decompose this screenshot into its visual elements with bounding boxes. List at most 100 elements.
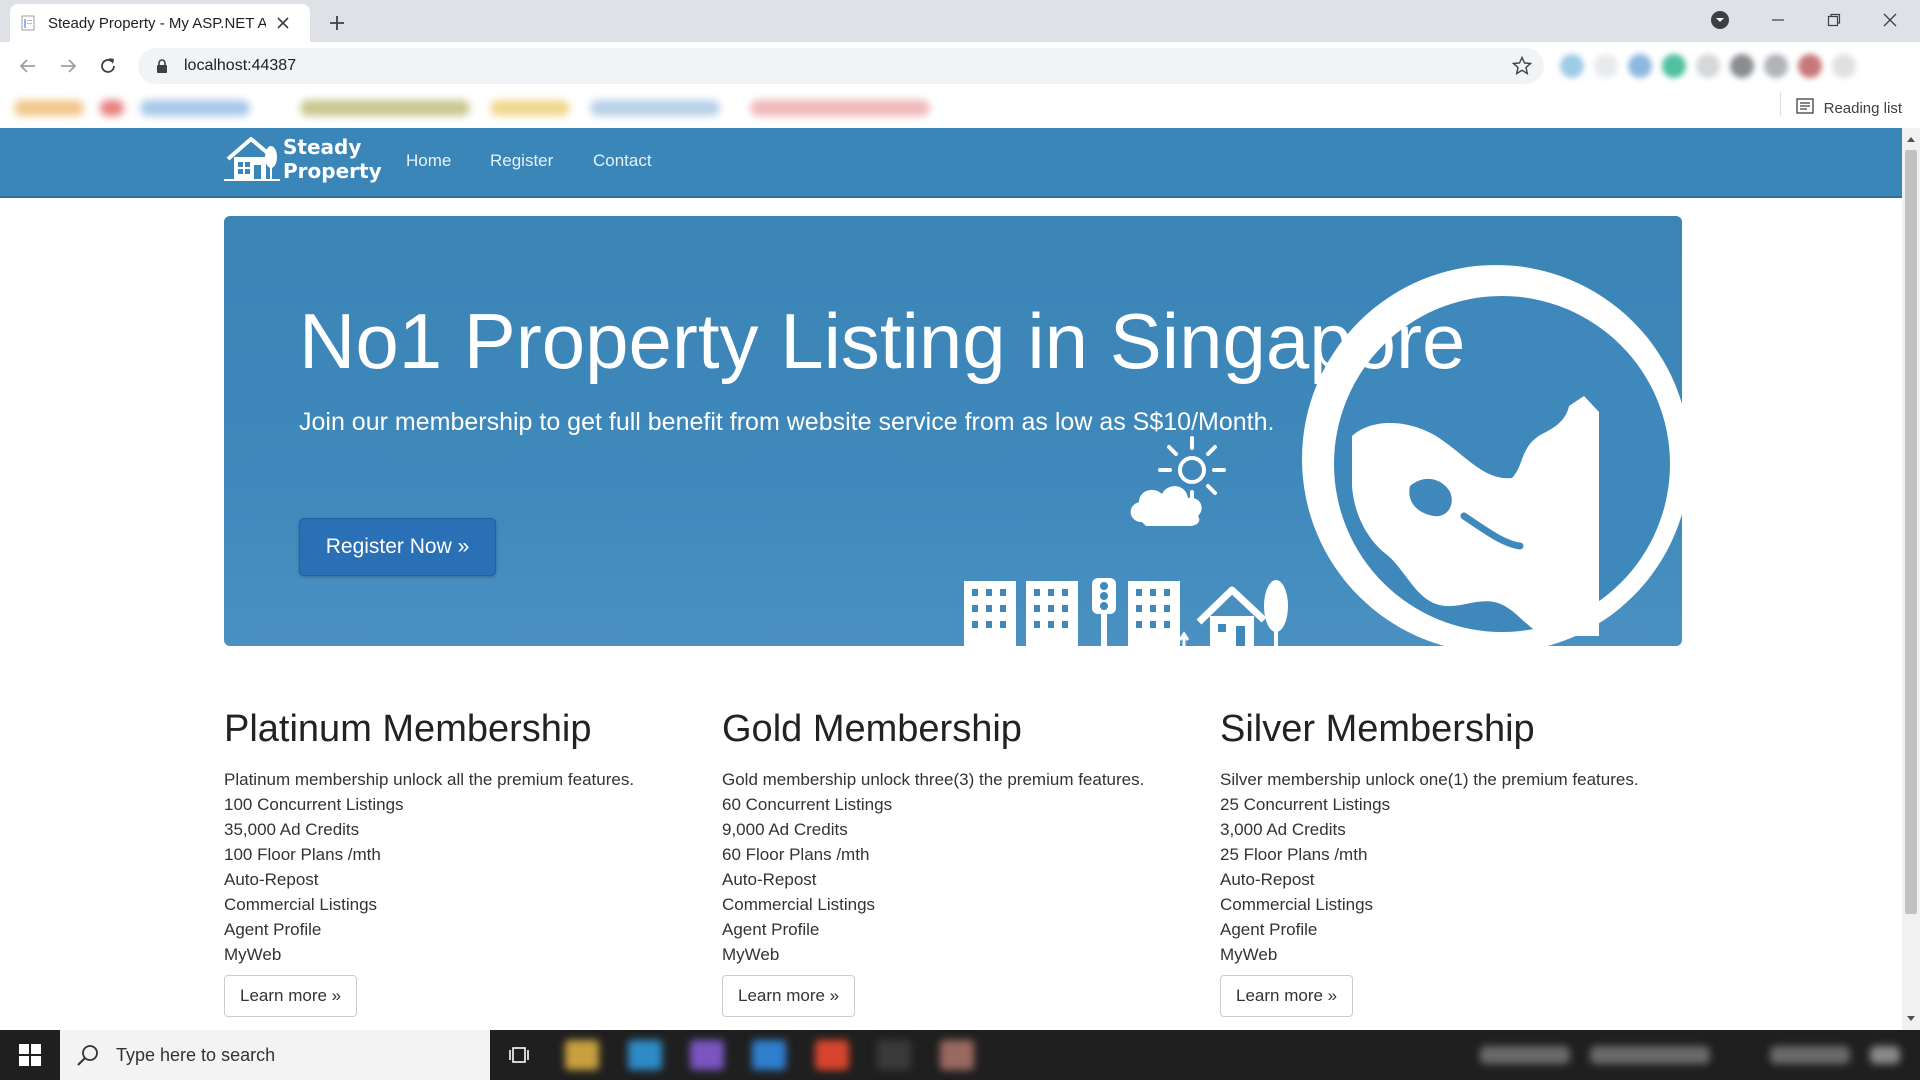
taskbar-search-placeholder: Type here to search	[116, 1044, 276, 1065]
profile-avatar[interactable]	[1798, 54, 1822, 78]
bookmark-item[interactable]	[140, 100, 250, 116]
scroll-down-icon[interactable]	[1902, 1012, 1920, 1026]
feature-item: MyWeb	[224, 945, 282, 964]
hero-jumbotron: No1 Property Listing in Singapore Join o…	[224, 216, 1682, 646]
feature-item: Agent Profile	[1220, 920, 1318, 939]
tab-close-icon[interactable]	[272, 12, 294, 34]
feature-item: Agent Profile	[722, 920, 820, 939]
minimize-icon[interactable]	[1750, 0, 1806, 40]
reading-list-button[interactable]: Reading list	[1795, 96, 1902, 120]
feature-item: Auto-Repost	[722, 870, 817, 889]
taskbar-app-icon[interactable]	[877, 1040, 911, 1070]
feature-item: Commercial Listings	[1220, 895, 1374, 914]
feature-item: Commercial Listings	[722, 895, 876, 914]
feature-item: 25 Concurrent Listings	[1220, 795, 1391, 814]
search-icon	[76, 1043, 106, 1067]
notification-icon[interactable]	[1870, 1046, 1900, 1064]
taskbar-app-icon[interactable]	[628, 1040, 662, 1070]
taskbar-app-icon[interactable]	[940, 1040, 974, 1070]
taskbar-search[interactable]: Type here to search	[60, 1030, 490, 1080]
reading-list-icon	[1795, 98, 1814, 118]
bookmark-item[interactable]	[300, 100, 470, 116]
feature-item: 100 Concurrent Listings	[224, 795, 404, 814]
bookmark-item[interactable]	[750, 100, 930, 116]
extension-icon[interactable]	[1560, 54, 1584, 78]
system-tray-icons[interactable]	[1590, 1046, 1710, 1064]
scroll-up-icon[interactable]	[1902, 132, 1920, 146]
scrollbar-thumb[interactable]	[1905, 150, 1917, 914]
feature-item: 60 Concurrent Listings	[722, 795, 893, 814]
hero-title: No1 Property Listing in Singapore	[299, 297, 1466, 385]
extension-icon[interactable]	[1730, 54, 1754, 78]
membership-features: Platinum membership unlock all the premi…	[224, 767, 694, 967]
system-clock[interactable]	[1770, 1046, 1850, 1064]
feature-item: 25 Floor Plans /mth	[1220, 845, 1368, 864]
feature-item: 9,000 Ad Credits	[722, 820, 848, 839]
house-logo-icon	[224, 137, 280, 181]
membership-heading: Silver Membership	[1220, 708, 1535, 750]
learn-more-platinum-button[interactable]: Learn more »	[224, 975, 358, 1017]
feature-item: 35,000 Ad Credits	[224, 820, 360, 839]
browser-toolbar: localhost:44387	[0, 42, 1920, 88]
windows-start-icon[interactable]	[0, 1030, 60, 1080]
feature-item: 3,000 Ad Credits	[1220, 820, 1346, 839]
extension-icon[interactable]	[1764, 54, 1788, 78]
system-tray-icons[interactable]	[1480, 1046, 1570, 1064]
lock-icon[interactable]	[152, 59, 172, 73]
membership-description: Silver membership unlock one(1) the prem…	[1220, 770, 1639, 789]
bookmark-item[interactable]	[590, 100, 720, 116]
profile-dropdown-icon[interactable]	[1692, 0, 1748, 40]
learn-more-gold-button[interactable]: Learn more »	[722, 975, 856, 1017]
feature-item: Agent Profile	[224, 920, 322, 939]
brand-link[interactable]: Steady Property	[224, 133, 382, 185]
nav-link-register[interactable]: Register	[490, 151, 553, 171]
bookmarks-bar: Reading list	[0, 88, 1920, 128]
bookmark-star-icon[interactable]	[1510, 54, 1534, 78]
browser-tab[interactable]: Steady Property - My ASP.NET A	[10, 4, 310, 42]
bookmark-item[interactable]	[100, 100, 124, 116]
menu-icon[interactable]	[1832, 54, 1856, 78]
forward-icon[interactable]	[52, 50, 84, 82]
page-scrollbar[interactable]	[1902, 128, 1920, 1030]
bookmark-item[interactable]	[490, 100, 570, 116]
feature-item: MyWeb	[1220, 945, 1278, 964]
nav-link-home[interactable]: Home	[406, 151, 451, 171]
taskbar-app-icon[interactable]	[815, 1040, 849, 1070]
membership-features: Silver membership unlock one(1) the prem…	[1220, 767, 1690, 967]
membership-features: Gold membership unlock three(3) the prem…	[722, 767, 1192, 967]
taskbar-app-icon[interactable]	[752, 1040, 786, 1070]
membership-heading: Gold Membership	[722, 708, 1022, 750]
back-icon[interactable]	[12, 50, 44, 82]
bookmark-item[interactable]	[14, 100, 84, 116]
membership-description: Gold membership unlock three(3) the prem…	[722, 770, 1145, 789]
nav-link-contact[interactable]: Contact	[593, 151, 652, 171]
site-navbar: Steady Property Home Register Contact	[0, 128, 1902, 198]
task-view-icon[interactable]	[505, 1042, 535, 1068]
close-window-icon[interactable]	[1862, 0, 1918, 40]
address-bar[interactable]: localhost:44387	[138, 48, 1544, 84]
feature-item: Auto-Repost	[1220, 870, 1315, 889]
page-viewport: Steady Property Home Register Contact No…	[0, 128, 1902, 1030]
windows-taskbar: Type here to search	[0, 1030, 1920, 1080]
restore-icon[interactable]	[1806, 0, 1862, 40]
feature-item: MyWeb	[722, 945, 780, 964]
membership-heading: Platinum Membership	[224, 708, 592, 750]
extension-icon[interactable]	[1662, 54, 1686, 78]
reading-list-label: Reading list	[1823, 99, 1902, 117]
taskbar-app-icon[interactable]	[690, 1040, 724, 1070]
browser-tab-strip: Steady Property - My ASP.NET A	[0, 0, 1920, 42]
new-tab-button[interactable]	[322, 8, 352, 38]
extension-icon[interactable]	[1696, 54, 1720, 78]
learn-more-silver-button[interactable]: Learn more »	[1220, 975, 1354, 1017]
bookmarks-divider	[1780, 92, 1781, 116]
extension-icon[interactable]	[1594, 54, 1618, 78]
feature-item: 100 Floor Plans /mth	[224, 845, 381, 864]
extension-icon[interactable]	[1628, 54, 1652, 78]
extensions-area	[1560, 50, 1910, 82]
membership-platinum: Platinum Membership Platinum membership …	[224, 707, 694, 967]
taskbar-app-icon[interactable]	[565, 1040, 599, 1070]
register-now-button[interactable]: Register Now »	[299, 518, 496, 576]
tab-title: Steady Property - My ASP.NET A	[48, 14, 266, 32]
reload-icon[interactable]	[92, 50, 124, 82]
url-text: localhost:44387	[184, 57, 297, 74]
